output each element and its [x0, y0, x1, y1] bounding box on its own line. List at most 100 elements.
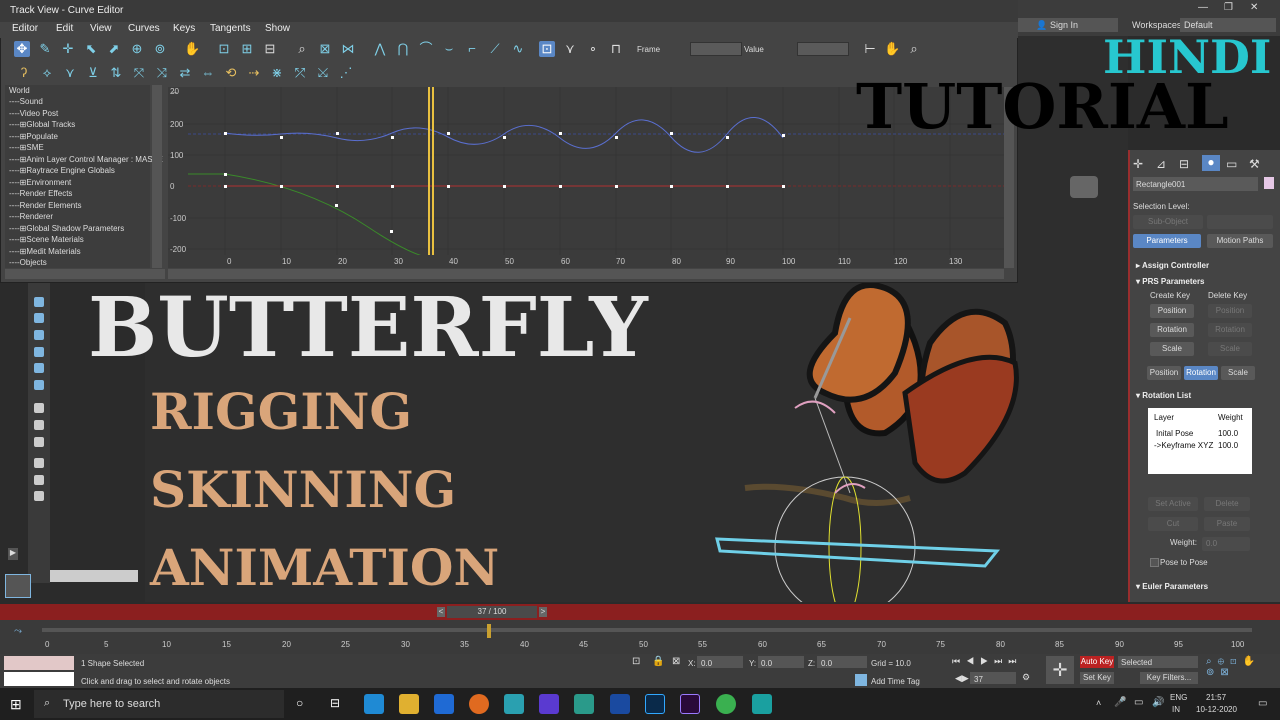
tree-item[interactable]: ----Sound — [9, 97, 43, 106]
isolate-icon[interactable]: ⊡ — [632, 656, 640, 667]
show-tangents-icon[interactable]: ⤨ — [154, 65, 170, 81]
object-color-swatch[interactable] — [1264, 177, 1274, 189]
isolate-curve-icon[interactable]: ⋈ — [340, 41, 356, 57]
app-icon[interactable] — [504, 694, 524, 714]
ease-curve-icon[interactable]: ⇅ — [108, 65, 124, 81]
delete-scale-key-button[interactable]: Scale — [1208, 342, 1252, 356]
euler-parameters-rollout[interactable]: ▾ Euler Parameters — [1136, 582, 1208, 591]
pose-to-pose-checkbox[interactable] — [1150, 558, 1159, 567]
menu-curves[interactable]: Curves — [128, 23, 160, 34]
funnel-icon[interactable] — [34, 458, 44, 468]
create-scale-key-button[interactable]: Scale — [1150, 342, 1194, 356]
filter-list-icon[interactable] — [34, 437, 44, 447]
maxscript-input-field[interactable] — [4, 672, 74, 686]
add-keys-icon[interactable]: ✛ — [60, 41, 76, 57]
zoom-region-icon[interactable]: ⊠ — [317, 41, 333, 57]
graph-horizontal-scrollbar[interactable] — [168, 269, 1004, 279]
rotate-tool-icon[interactable] — [34, 313, 44, 323]
tangent-linear-icon[interactable]: ⟋ — [487, 41, 503, 57]
time-slider[interactable]: 37 / 100 — [447, 606, 537, 618]
folder-icon[interactable] — [34, 491, 44, 501]
delete-button[interactable]: Delete — [1204, 497, 1250, 511]
viewport-layout-icon[interactable] — [5, 574, 31, 598]
sub-object-dropdown[interactable] — [1207, 215, 1273, 229]
sub-object-button[interactable]: Sub-Object — [1133, 215, 1203, 229]
tree-item[interactable]: ----⊞Medit Materials — [9, 247, 81, 256]
delete-rotation-key-button[interactable]: Rotation — [1208, 323, 1252, 337]
scale-track-button[interactable]: Scale — [1221, 366, 1255, 380]
break-tangents-icon[interactable]: ⇔ — [200, 65, 216, 81]
reduce-keys-icon[interactable]: ⋎ — [62, 65, 78, 81]
soft-selection-icon[interactable]: ⤩ — [315, 65, 331, 81]
paste-button[interactable]: Paste — [1204, 517, 1250, 531]
delete-position-key-button[interactable]: Position — [1208, 304, 1252, 318]
tree-item[interactable]: World — [9, 86, 30, 95]
zoom-view-icon[interactable]: ⌕ — [906, 41, 922, 57]
curve-out-icon[interactable]: ⟡ — [39, 65, 55, 81]
task-view-icon[interactable]: ⊟ — [330, 696, 340, 710]
next-frame-icon[interactable]: > — [539, 607, 547, 617]
pan-icon[interactable]: ✋ — [184, 41, 200, 57]
snap-tool-icon[interactable] — [34, 380, 44, 390]
list-item[interactable]: ->Keyframe XYZ — [1154, 441, 1213, 450]
premiere-icon[interactable] — [680, 694, 700, 714]
value-field[interactable] — [797, 42, 849, 56]
scale-tool-icon[interactable] — [34, 330, 44, 340]
paste-keys-icon[interactable]: ⋇ — [269, 65, 285, 81]
microphone-icon[interactable]: 🎤 — [1114, 697, 1126, 708]
multiplier-curve-icon[interactable]: ⤧ — [131, 65, 147, 81]
create-position-key-button[interactable]: Position — [1150, 304, 1194, 318]
app-close-icon[interactable]: ✕ — [1250, 2, 1258, 13]
tree-item[interactable]: ----Renderer — [9, 212, 53, 221]
weight-spinner[interactable]: 0.0 — [1202, 537, 1250, 551]
windows-start-icon[interactable]: ⊞ — [10, 696, 22, 713]
tree-item[interactable]: ----⊞Global Tracks — [9, 120, 75, 129]
select-tool-icon[interactable] — [34, 297, 44, 307]
rotation-list-table[interactable]: Layer Weight Inital Pose 100.0 ->Keyfram… — [1148, 408, 1252, 474]
viewcube-icon[interactable] — [1070, 176, 1098, 198]
tree-item[interactable]: ----⊞Global Shadow Parameters — [9, 224, 124, 233]
media-player-icon[interactable] — [539, 694, 559, 714]
filter-icon[interactable]: ʔ — [16, 65, 32, 81]
frame-values-icon[interactable]: ⊞ — [239, 41, 255, 57]
scene-explorer-scrollbar[interactable] — [50, 570, 138, 582]
set-key-button[interactable]: Set Key — [1080, 672, 1114, 684]
frame-selection-icon[interactable]: ⊢ — [862, 41, 878, 57]
parameters-tab[interactable]: Parameters — [1133, 234, 1201, 248]
minimize-icon[interactable]: — — [1198, 2, 1208, 13]
notifications-icon[interactable]: ▭ — [1258, 698, 1267, 709]
menu-keys[interactable]: Keys — [173, 23, 195, 34]
copy-keys-icon[interactable]: ⇢ — [246, 65, 262, 81]
lock-selection-icon[interactable]: 🔒 — [652, 656, 664, 667]
frame-field[interactable] — [690, 42, 742, 56]
cut-button[interactable]: Cut — [1148, 517, 1198, 531]
menu-tangents[interactable]: Tangents — [210, 23, 251, 34]
lock-icon[interactable]: ⊓ — [608, 41, 624, 57]
tree-item[interactable]: ----Video Post — [9, 109, 58, 118]
expand-arrow-icon[interactable]: ▶ — [8, 548, 18, 560]
tangent-fast-icon[interactable]: ⌒ — [418, 41, 434, 57]
key-stats-icon[interactable]: ⤱ — [292, 65, 308, 81]
time-config-icon[interactable]: ⚙ — [1022, 672, 1030, 683]
zoom-extents-icon[interactable]: ⊟ — [262, 41, 278, 57]
edge-icon[interactable] — [364, 694, 384, 714]
pan-view-icon[interactable]: ✋ — [884, 41, 900, 57]
region-tool-icon[interactable]: ⬉ — [83, 41, 99, 57]
menu-view[interactable]: View — [90, 23, 112, 34]
sign-in-label[interactable]: Sign In — [1050, 20, 1078, 30]
tree-item[interactable]: ----Objects — [9, 258, 47, 267]
firefox-icon[interactable] — [469, 694, 489, 714]
list-item[interactable]: Inital Pose — [1156, 429, 1193, 438]
motion-paths-tab[interactable]: Motion Paths — [1207, 234, 1273, 248]
move-keys-icon[interactable]: ✥ — [14, 41, 30, 57]
position-ranges-icon[interactable]: ⋰ — [338, 65, 354, 81]
lock-tangents-icon[interactable]: ⇄ — [177, 65, 193, 81]
maximize-icon[interactable]: ❐ — [1224, 2, 1233, 13]
draw-curves-icon[interactable]: ✎ — [37, 41, 53, 57]
tree-item[interactable]: ----⊞Scene Materials — [9, 235, 84, 244]
playback-controls[interactable]: ⏮◀▶⏭⏭ — [952, 656, 1022, 667]
hierarchy-tab-icon[interactable]: ⊟ — [1179, 157, 1189, 171]
retime-tool-icon[interactable]: ⬈ — [106, 41, 122, 57]
tree-item[interactable]: ----⊞Populate — [9, 132, 58, 141]
add-time-tag-label[interactable]: Add Time Tag — [871, 677, 920, 686]
